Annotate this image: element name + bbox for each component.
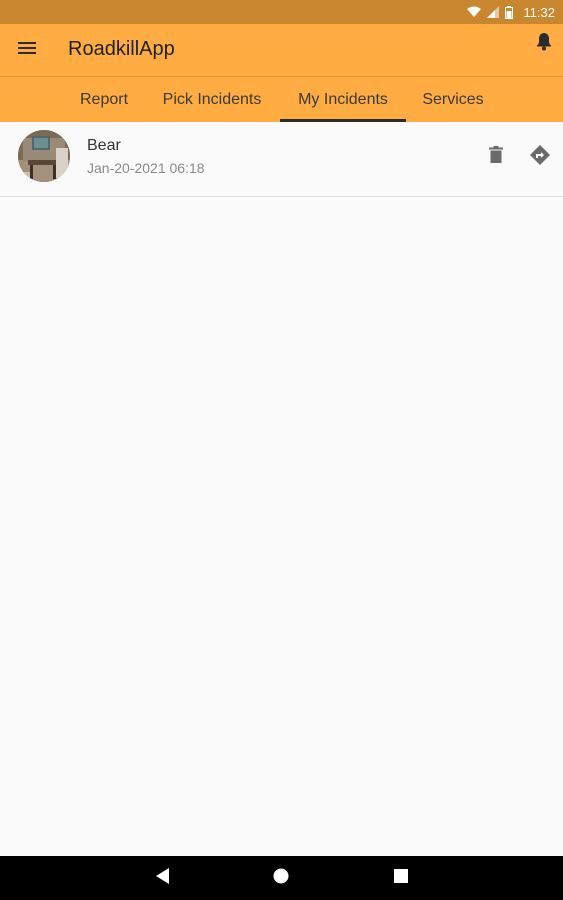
status-icons: 11:32	[467, 5, 555, 20]
directions-icon	[530, 144, 550, 170]
recents-icon	[394, 868, 408, 888]
signal-icon	[487, 6, 500, 18]
tab-my-incidents[interactable]: My Incidents	[280, 77, 406, 123]
delete-button[interactable]	[486, 146, 506, 168]
directions-button[interactable]	[529, 144, 551, 170]
tab-pick-incidents[interactable]: Pick Incidents	[150, 77, 274, 123]
bell-icon	[536, 32, 552, 56]
menu-icon	[18, 41, 36, 60]
tab-bar: Report Pick Incidents My Incidents Servi…	[0, 76, 563, 122]
back-button[interactable]	[153, 867, 173, 889]
status-bar: 11:32	[0, 0, 563, 24]
recents-button[interactable]	[391, 868, 411, 888]
back-icon	[156, 867, 170, 889]
delete-icon	[489, 146, 503, 168]
tab-report[interactable]: Report	[64, 77, 144, 123]
incident-list-item[interactable]: Bear Jan-20-2021 06:18	[0, 122, 563, 197]
system-nav-bar	[0, 856, 563, 900]
notifications-button[interactable]	[535, 32, 553, 56]
status-time: 11:32	[523, 4, 555, 20]
incident-list: Bear Jan-20-2021 06:18	[0, 122, 563, 197]
home-icon	[273, 868, 289, 889]
app-bar: RoadkillApp	[0, 24, 563, 76]
incident-date: Jan-20-2021 06:18	[87, 160, 205, 176]
app-title: RoadkillApp	[68, 38, 175, 60]
wifi-icon	[467, 6, 482, 18]
app-screen: 11:32 RoadkillApp Report Pick Incidents …	[0, 0, 563, 900]
incident-title: Bear	[87, 137, 121, 154]
tab-services[interactable]: Services	[410, 77, 496, 123]
incident-thumbnail	[18, 130, 70, 182]
menu-button[interactable]	[17, 40, 37, 60]
home-button[interactable]	[271, 868, 291, 888]
battery-icon	[505, 5, 514, 19]
